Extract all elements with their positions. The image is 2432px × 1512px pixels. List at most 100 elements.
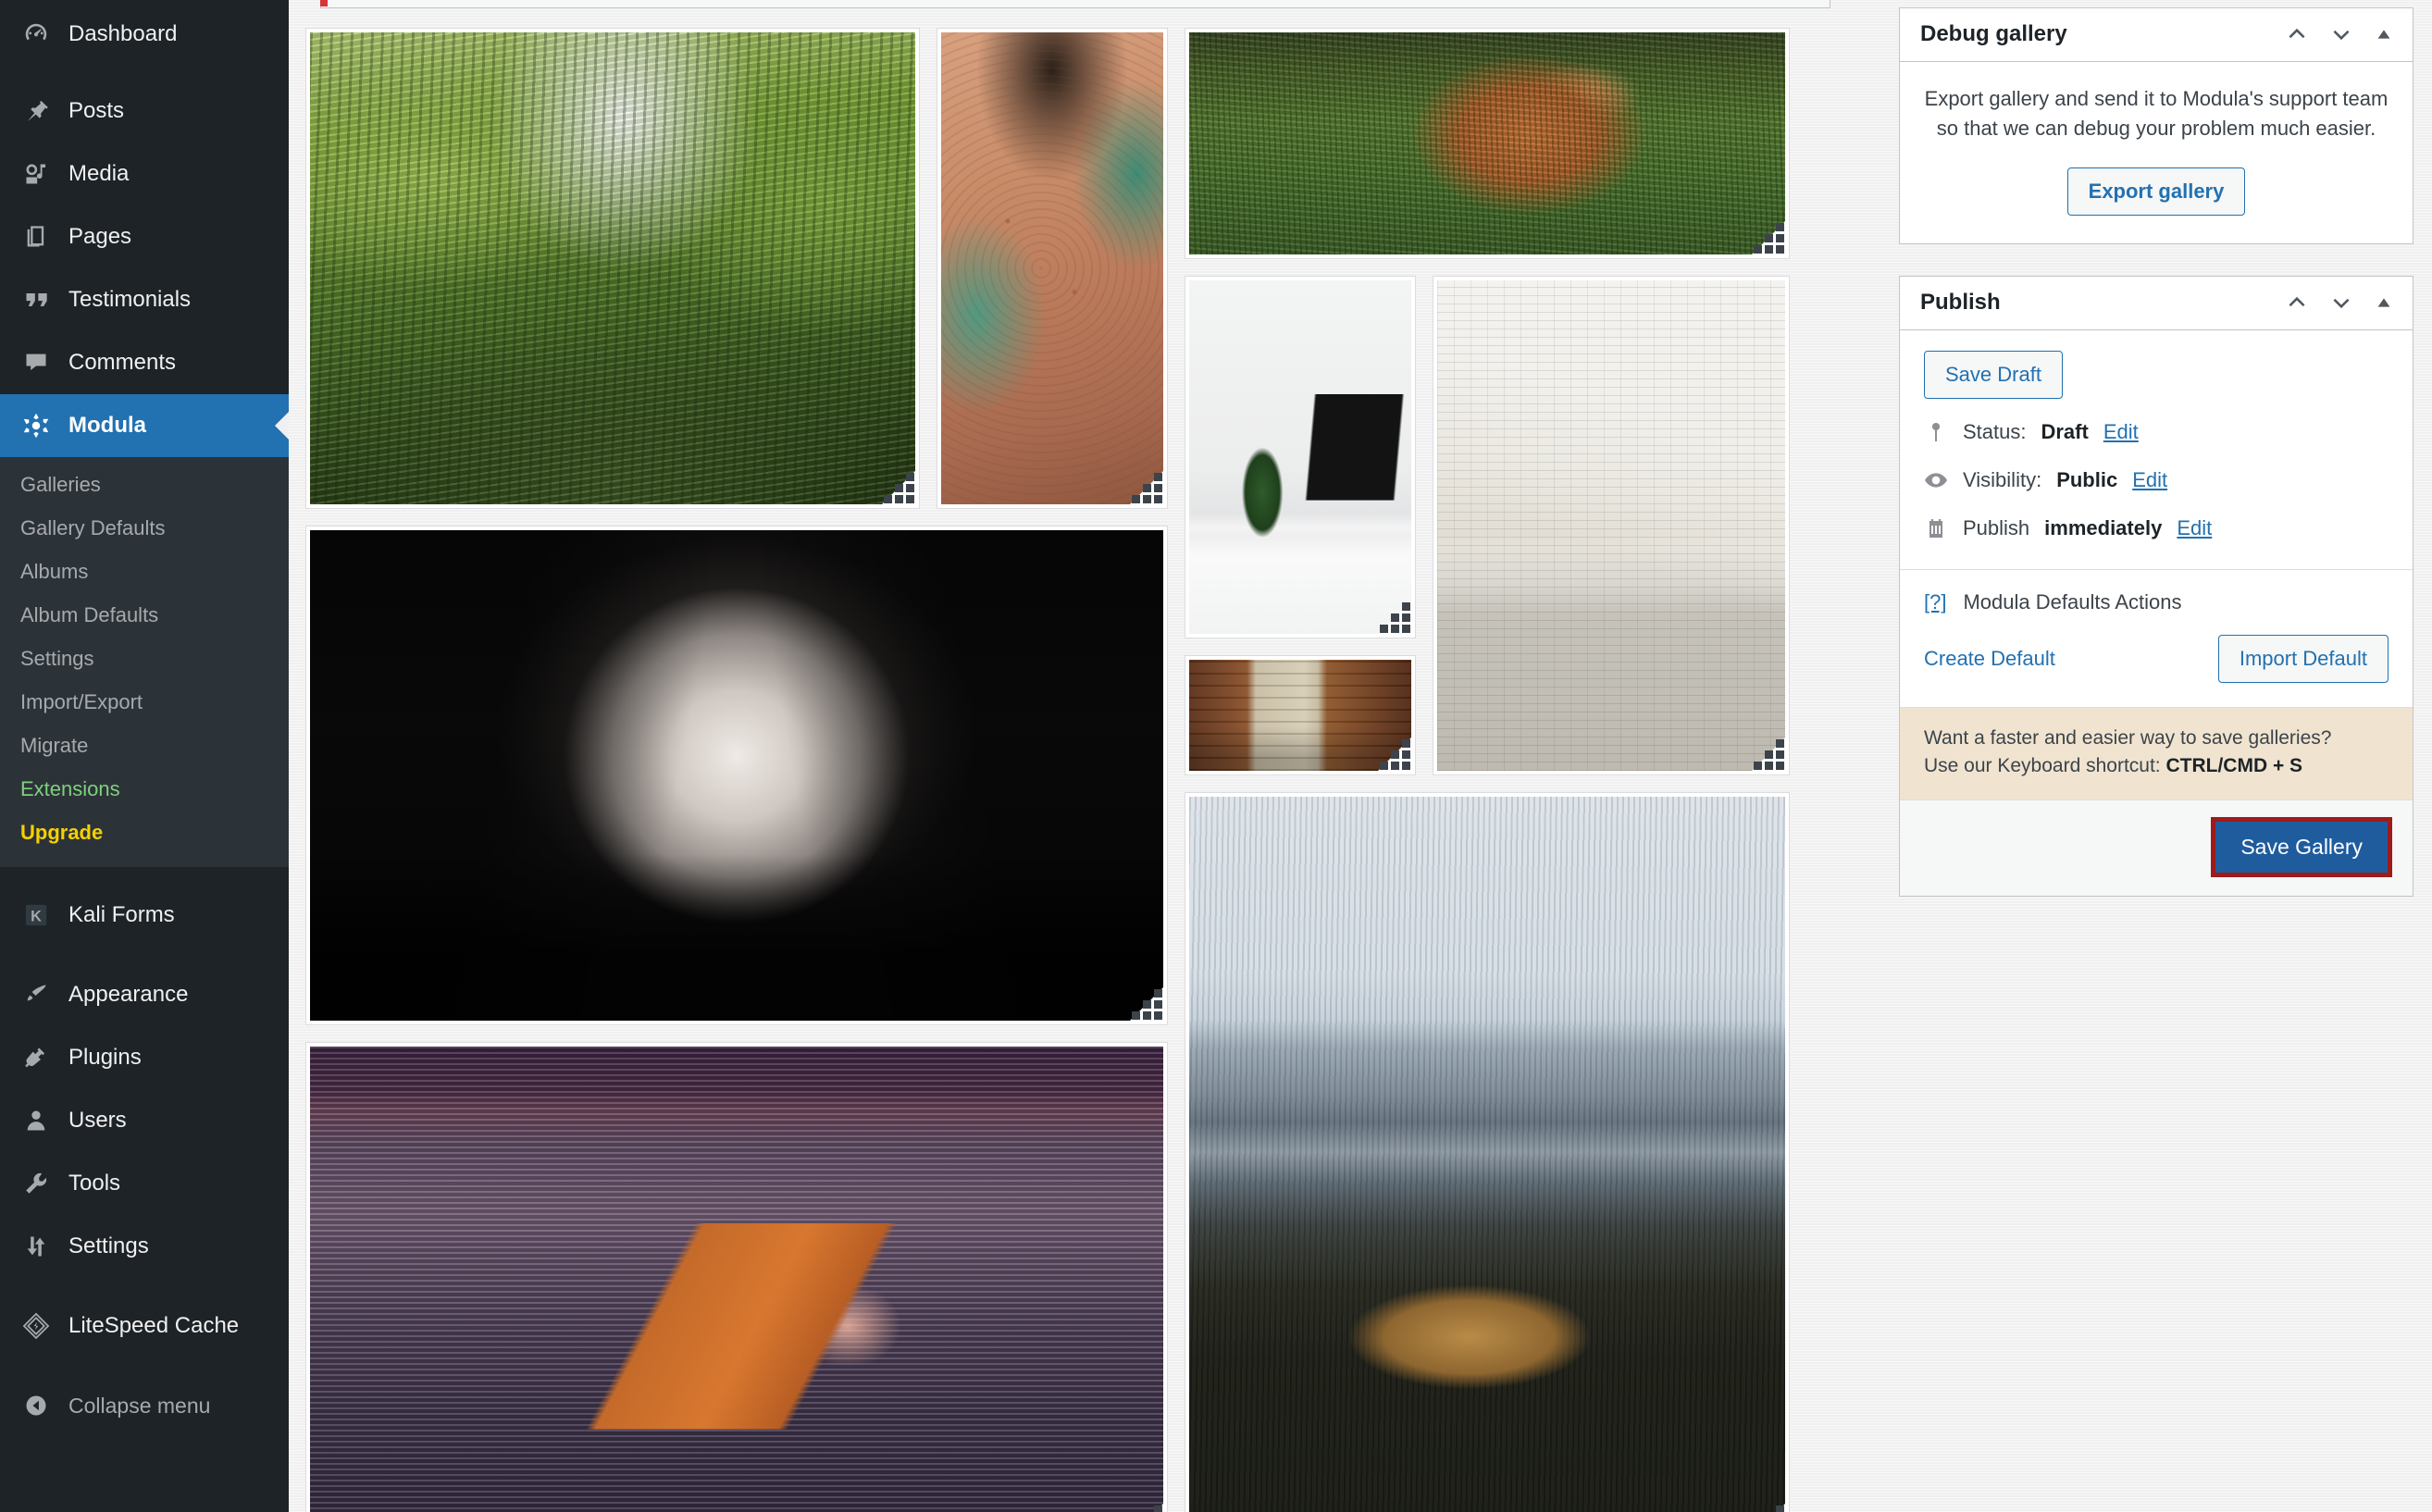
visibility-label: Visibility: xyxy=(1963,468,2041,492)
triangle-up-icon[interactable] xyxy=(2374,292,2394,313)
sidebar-item-comments[interactable]: Comments xyxy=(0,331,289,394)
lake-pier-photo xyxy=(310,1047,1163,1512)
resize-handle[interactable] xyxy=(1126,1500,1167,1512)
gallery-tile-freckled-man-portrait-photo[interactable] xyxy=(937,28,1168,509)
debug-gallery-header: Debug gallery xyxy=(1900,8,2413,62)
sidebar-item-label: Appearance xyxy=(68,984,188,1006)
chevron-down-icon[interactable] xyxy=(2329,22,2353,46)
tip-line-2: Use our Keyboard shortcut: CTRL/CMD + S xyxy=(1924,752,2389,780)
modula-defaults-title: Modula Defaults Actions xyxy=(1963,590,2181,614)
schedule-row: Publish immediately Edit xyxy=(1924,504,2389,552)
help-icon[interactable]: [?] xyxy=(1924,590,1946,614)
visibility-row: Visibility: Public Edit xyxy=(1924,456,2389,504)
publish-header: Publish xyxy=(1900,277,2413,330)
publish-footer: Save Gallery xyxy=(1900,799,2413,896)
sidebar-divider xyxy=(0,63,289,80)
sidebar-item-kali-forms[interactable]: K Kali Forms xyxy=(0,884,289,947)
debug-gallery-title: Debug gallery xyxy=(1920,21,2067,47)
tip-shortcut: CTRL/CMD + S xyxy=(2165,755,2302,776)
gallery-tile-fox-photo[interactable] xyxy=(1185,28,1790,259)
sidebar-item-posts[interactable]: Posts xyxy=(0,80,289,143)
keyboard-shortcut-tip: Want a faster and easier way to save gal… xyxy=(1900,707,2413,799)
gallery-tile-forest-path-photo[interactable] xyxy=(305,28,920,509)
debug-gallery-description: Export gallery and send it to Modula's s… xyxy=(1924,84,2389,143)
sidebar-item-media[interactable]: Media xyxy=(0,143,289,205)
modula-gallery-grid xyxy=(289,28,1803,1508)
panel-controls xyxy=(2285,22,2394,46)
sidebar-item-tools[interactable]: Tools xyxy=(0,1152,289,1215)
save-gallery-highlight: Save Gallery xyxy=(2211,817,2392,877)
create-default-link[interactable]: Create Default xyxy=(1924,647,2055,671)
collapse-menu-label: Collapse menu xyxy=(68,1395,210,1417)
schedule-value: immediately xyxy=(2044,516,2162,540)
sidebar-item-label: Posts xyxy=(68,100,124,122)
sidebar-item-dashboard[interactable]: Dashboard xyxy=(0,0,289,63)
pages-icon xyxy=(20,221,52,253)
sidebar-item-litespeed-cache[interactable]: LiteSpeed Cache xyxy=(0,1295,289,1357)
sidebar-item-users[interactable]: Users xyxy=(0,1089,289,1152)
sidebar-item-upgrade[interactable]: Upgrade xyxy=(0,811,289,854)
tip-prefix: Use our Keyboard shortcut: xyxy=(1924,755,2165,776)
sidebar-item-albums[interactable]: Albums xyxy=(0,550,289,593)
sidebar-item-pages[interactable]: Pages xyxy=(0,205,289,268)
sidebar-item-settings[interactable]: Settings xyxy=(0,1215,289,1278)
gallery-tile-mountains-photo[interactable] xyxy=(1185,792,1790,1512)
sidebar-item-label: Media xyxy=(68,163,129,185)
edit-schedule-link[interactable]: Edit xyxy=(2177,516,2212,540)
sidebar-item-modula-settings[interactable]: Settings xyxy=(0,637,289,680)
sidebar-item-extensions[interactable]: Extensions xyxy=(0,767,289,811)
status-value: Draft xyxy=(2041,420,2088,444)
visibility-value: Public xyxy=(2056,468,2117,492)
sidebar-divider xyxy=(0,867,289,884)
triangle-up-icon[interactable] xyxy=(2374,24,2394,44)
resize-handle[interactable] xyxy=(1748,1500,1789,1512)
sidebar-item-label: LiteSpeed Cache xyxy=(68,1315,239,1337)
sidebar-item-migrate[interactable]: Migrate xyxy=(0,724,289,767)
litespeed-icon xyxy=(20,1310,52,1342)
sidebar-item-plugins[interactable]: Plugins xyxy=(0,1026,289,1089)
save-draft-button[interactable]: Save Draft xyxy=(1924,351,2063,399)
resize-handle[interactable] xyxy=(1126,467,1167,508)
comment-icon xyxy=(20,347,52,378)
export-gallery-button[interactable]: Export gallery xyxy=(2067,167,2246,216)
sidebar-item-appearance[interactable]: Appearance xyxy=(0,963,289,1026)
gallery-tile-vintage-car-photo[interactable] xyxy=(1433,276,1790,775)
sidebar-item-label: Comments xyxy=(68,352,176,374)
edit-visibility-link[interactable]: Edit xyxy=(2132,468,2167,492)
chevron-up-icon[interactable] xyxy=(2285,291,2309,315)
resize-handle[interactable] xyxy=(1126,984,1167,1024)
chevron-down-icon[interactable] xyxy=(2329,291,2353,315)
import-default-button[interactable]: Import Default xyxy=(2218,635,2389,683)
wordpress-admin-screen: Dashboard Posts Media Pages Testim xyxy=(0,0,2432,1512)
resize-handle[interactable] xyxy=(1374,597,1415,638)
main-content: Debug gallery Export galler xyxy=(289,0,2432,1512)
gallery-tile-desk-laptop-photo[interactable] xyxy=(1185,276,1416,638)
sidebar-item-testimonials[interactable]: Testimonials xyxy=(0,268,289,331)
save-gallery-button[interactable]: Save Gallery xyxy=(2215,822,2388,873)
sidebar-item-import-export[interactable]: Import/Export xyxy=(0,680,289,724)
gallery-tile-lake-pier-photo[interactable] xyxy=(305,1042,1168,1512)
gallery-tile-bw-woman-portrait-photo[interactable] xyxy=(305,526,1168,1025)
status-label: Status: xyxy=(1963,420,2026,444)
sidebar-item-label: Testimonials xyxy=(68,289,191,311)
resize-handle[interactable] xyxy=(1748,217,1789,258)
sidebar-item-gallery-defaults[interactable]: Gallery Defaults xyxy=(0,506,289,550)
sidebar-item-label: Plugins xyxy=(68,1047,142,1069)
modula-defaults-header: [?] Modula Defaults Actions xyxy=(1924,590,2389,614)
gallery-tile-notebook-wood-photo[interactable] xyxy=(1185,655,1416,775)
resize-handle[interactable] xyxy=(1374,734,1415,775)
sidebar-item-label: Users xyxy=(68,1109,127,1132)
edit-status-link[interactable]: Edit xyxy=(2103,420,2139,444)
chevron-up-icon[interactable] xyxy=(2285,22,2309,46)
resize-handle[interactable] xyxy=(878,467,919,508)
plug-icon xyxy=(20,1042,52,1073)
export-gallery-row: Export gallery xyxy=(1924,167,2389,216)
calendar-icon xyxy=(1924,517,1948,539)
collapse-menu-button[interactable]: Collapse menu xyxy=(0,1374,289,1437)
resize-handle[interactable] xyxy=(1748,734,1789,775)
sidebar-item-modula[interactable]: Modula xyxy=(0,394,289,457)
dashboard-icon xyxy=(20,19,52,50)
collapse-arrow-icon xyxy=(20,1390,52,1421)
sidebar-item-galleries[interactable]: Galleries xyxy=(0,463,289,506)
sidebar-item-album-defaults[interactable]: Album Defaults xyxy=(0,593,289,637)
